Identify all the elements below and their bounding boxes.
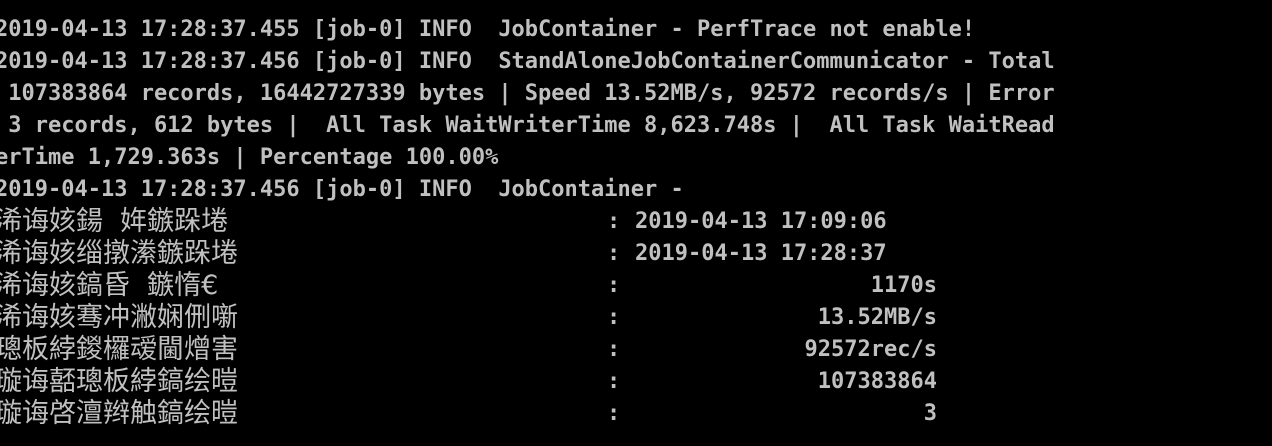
stat-row-read-records: 璇诲嚭璁板綍鎬绘暟 : 107383864 (0, 366, 1272, 398)
stat-colon: : (607, 401, 621, 426)
stat-row-start-time: 浠诲姟鍚 姩鏃跺埢 : 2019-04-13 17:09:06 (0, 206, 1272, 238)
log-line-percentage: erTime 1,729.363s | Percentage 100.00% (0, 145, 499, 170)
stat-row-write-speed: 璁板綍鍐欏叆閫熷害 : 92572rec/s (0, 334, 1272, 366)
stat-label: 璁板綍鍐欏叆閫熷害 (0, 334, 238, 365)
stat-label: 浠诲姟鎬昏 鏃惰€ (0, 270, 219, 301)
stat-colon: : (607, 209, 621, 234)
stat-value: 2019-04-13 17:09:06 (635, 209, 887, 234)
stat-row-total-time: 浠诲姟鎬昏 鏃惰€ : 1170s (0, 270, 1272, 302)
console-window[interactable]: 2019-04-13 17:28:37.455 [job-0] INFO Job… (0, 0, 1272, 446)
stat-row-end-time: 浠诲姟缁撴潫鏃跺埢 : 2019-04-13 17:28:37 (0, 238, 1272, 270)
stat-colon: : (607, 241, 621, 266)
stat-row-avg-throughput: 浠诲姟骞冲潎娴侀噺 : 13.52MB/s (0, 302, 1272, 334)
log-line-communicator: 2019-04-13 17:28:37.456 [job-0] INFO Sta… (0, 49, 1055, 74)
stat-label: 浠诲姟骞冲潎娴侀噺 (0, 302, 238, 333)
stat-value: 92572rec/s (804, 337, 937, 362)
stat-value: 13.52MB/s (817, 305, 937, 330)
log-line-perftrace: 2019-04-13 17:28:37.455 [job-0] INFO Job… (0, 17, 976, 42)
stat-colon: : (607, 273, 621, 298)
stat-label: 璇诲啓澶辫触鎬绘暟 (0, 398, 238, 429)
stat-label: 璇诲嚭璁板綍鎬绘暟 (0, 366, 238, 397)
log-line-records-speed: 107383864 records, 16442727339 bytes | S… (0, 81, 1055, 106)
stat-label: 浠诲姟鍚 姩鏃跺埢 (0, 206, 229, 237)
stat-label: 浠诲姟缁撴潫鏃跺埢 (0, 238, 238, 269)
stat-value: 3 (923, 401, 937, 426)
stat-value: 107383864 (817, 369, 937, 394)
stat-value: 1170s (870, 273, 937, 298)
log-line-jobcontainer-summary: 2019-04-13 17:28:37.456 [job-0] INFO Job… (0, 177, 684, 202)
stat-colon: : (607, 369, 621, 394)
stat-row-failed-records: 璇诲啓澶辫触鎬绘暟 : 3 (0, 398, 1272, 430)
stat-colon: : (607, 305, 621, 330)
stat-value: 2019-04-13 17:28:37 (635, 241, 887, 266)
log-line-error-waittime: 3 records, 612 bytes | All Task WaitWrit… (0, 113, 1055, 138)
stat-colon: : (607, 337, 621, 362)
